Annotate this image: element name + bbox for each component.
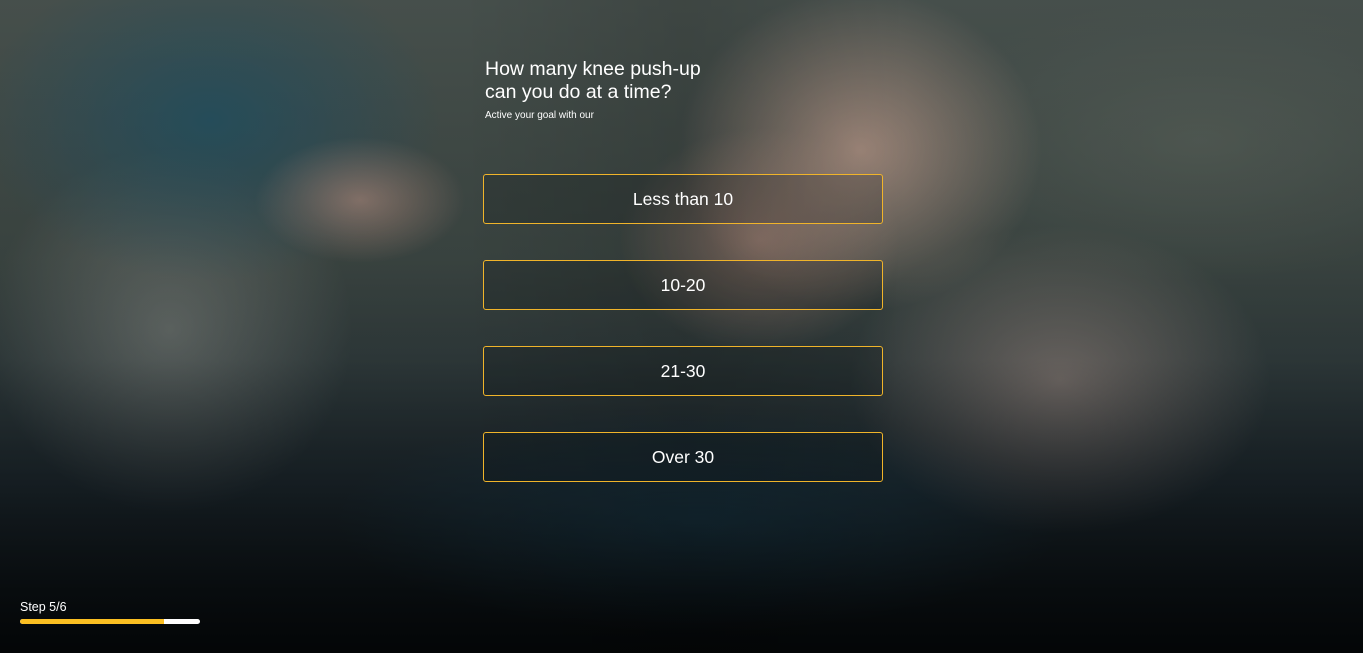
progress-bar-track xyxy=(20,619,200,624)
question-panel: How many knee push-up can you do at a ti… xyxy=(483,58,883,482)
quiz-page: How many knee push-up can you do at a ti… xyxy=(0,0,1363,653)
answer-options: Less than 10 10-20 21-30 Over 30 xyxy=(483,174,883,518)
step-label: Step 5/6 xyxy=(20,600,67,614)
option-10-20-button[interactable]: 10-20 xyxy=(483,260,883,310)
question-subtitle: Active your goal with our xyxy=(485,110,594,121)
step-progress: Step 5/6 xyxy=(20,600,200,624)
option-over-30-button[interactable]: Over 30 xyxy=(483,432,883,482)
option-less-than-10-button[interactable]: Less than 10 xyxy=(483,174,883,224)
question-title: How many knee push-up can you do at a ti… xyxy=(485,58,701,103)
progress-bar-fill xyxy=(20,619,164,624)
option-21-30-button[interactable]: 21-30 xyxy=(483,346,883,396)
